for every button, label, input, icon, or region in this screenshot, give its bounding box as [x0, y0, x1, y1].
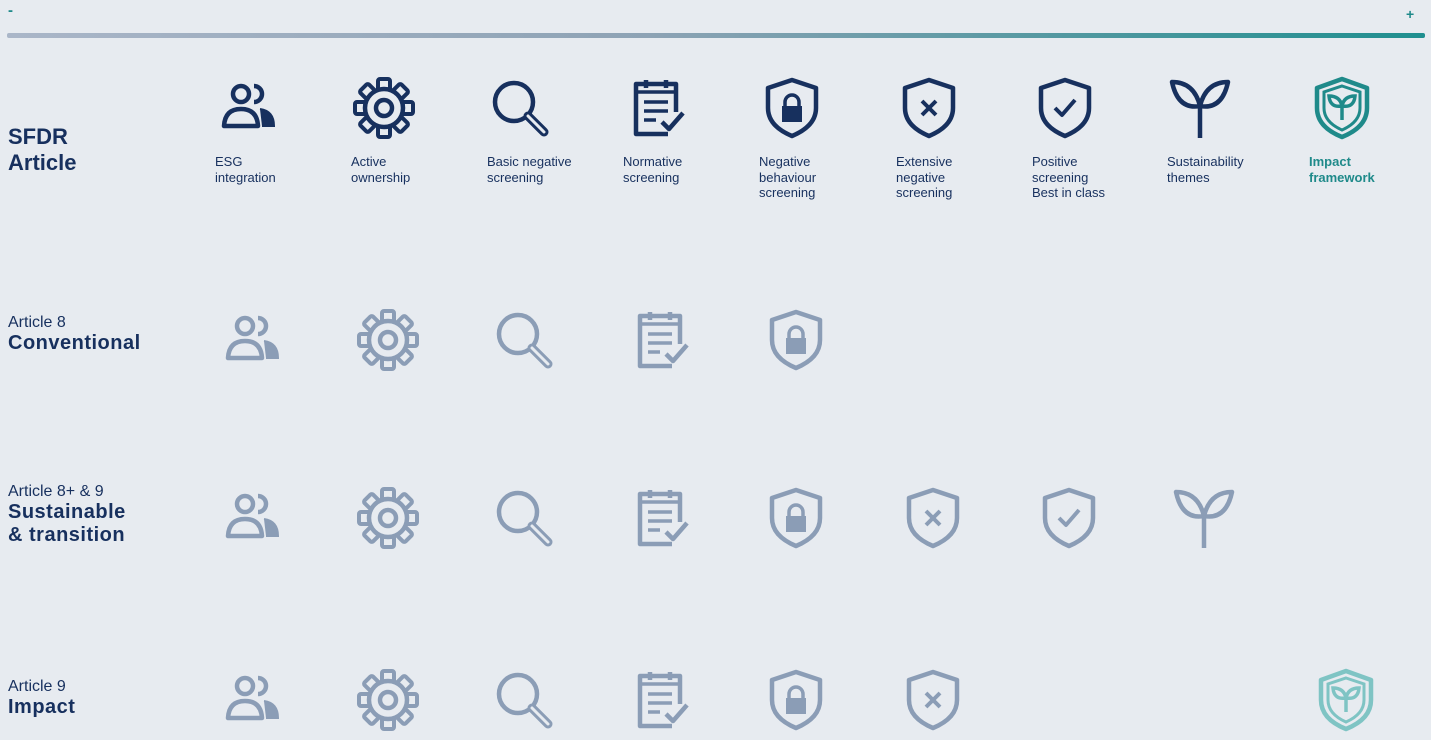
column-label: Extensive negative screening	[896, 154, 953, 201]
row-label-conventional: Article 8 Conventional	[8, 314, 141, 355]
sprout-icon	[1172, 486, 1236, 550]
column-label: Sustainability themes	[1167, 154, 1244, 185]
scale-bar	[7, 33, 1425, 38]
row-label-impact: Article 9 Impact	[8, 678, 75, 719]
sfdr-title-line2: Article	[8, 150, 77, 176]
magnifier-icon	[488, 76, 552, 140]
magnifier-icon	[492, 668, 556, 732]
column-label: Basic negative screening	[487, 154, 572, 185]
shield-check-icon	[1033, 76, 1097, 140]
shield-lock-icon	[764, 668, 828, 732]
row-article: Article 8	[8, 314, 66, 331]
row-article: Article 9	[8, 678, 66, 695]
sprout-icon	[1168, 76, 1232, 140]
row-category: Impact	[8, 696, 76, 719]
shield-lock-icon	[760, 76, 824, 140]
gear-icon	[356, 308, 420, 372]
shield-x-icon	[901, 668, 965, 732]
shield-lock-icon	[764, 486, 828, 550]
column-label: Impact framework	[1309, 154, 1375, 185]
checklist-icon	[628, 308, 692, 372]
shield-x-icon	[901, 486, 965, 550]
row-category: Conventional	[8, 332, 141, 355]
checklist-icon	[628, 668, 692, 732]
scale-max-label: +	[1406, 6, 1415, 22]
row-category: Sustainable	[8, 501, 126, 524]
column-label: Positive screening Best in class	[1032, 154, 1105, 201]
row-category-line2: & transition	[8, 524, 126, 547]
column-label: ESG integration	[215, 154, 276, 185]
column-label: Negative behaviour screening	[759, 154, 817, 201]
checklist-icon	[628, 486, 692, 550]
checklist-icon	[624, 76, 688, 140]
people-icon	[216, 76, 280, 140]
shield-leaf-icon	[1310, 76, 1374, 140]
shield-leaf-icon	[1314, 668, 1378, 732]
gear-icon	[356, 486, 420, 550]
magnifier-icon	[492, 308, 556, 372]
row-article: Article 8+ & 9	[8, 483, 104, 500]
shield-lock-icon	[764, 308, 828, 372]
magnifier-icon	[492, 486, 556, 550]
people-icon	[220, 308, 284, 372]
people-icon	[220, 486, 284, 550]
shield-x-icon	[897, 76, 961, 140]
column-label: Normative screening	[623, 154, 683, 185]
people-icon	[220, 668, 284, 732]
column-label: Active ownership	[351, 154, 411, 185]
gear-icon	[352, 76, 416, 140]
sfdr-title-line1: SFDR	[8, 124, 68, 149]
scale-min-label: -	[8, 2, 13, 19]
shield-check-icon	[1037, 486, 1101, 550]
gear-icon	[356, 668, 420, 732]
row-label-sustainable: Article 8+ & 9 Sustainable & transition	[8, 483, 126, 547]
sfdr-article-title: SFDR Article	[8, 124, 76, 177]
